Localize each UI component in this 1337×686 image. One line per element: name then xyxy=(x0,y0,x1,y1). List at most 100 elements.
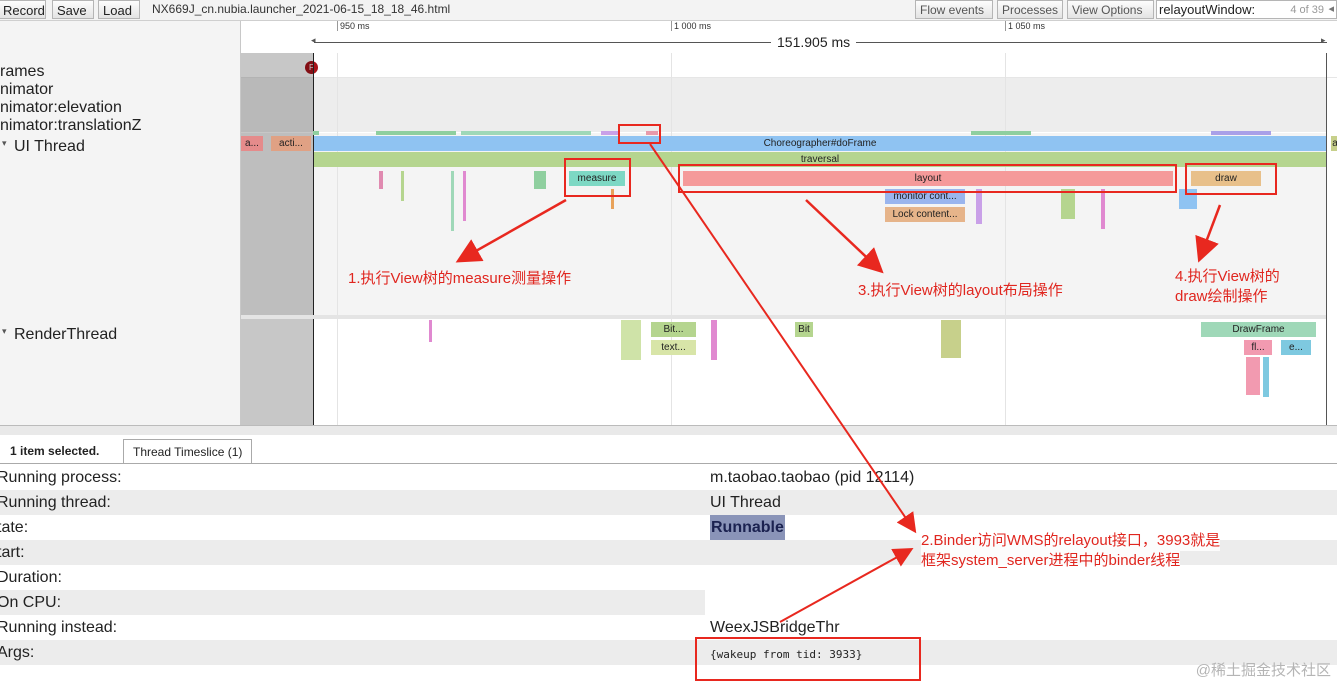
detail-key: tart: xyxy=(0,544,25,561)
view-options-button[interactable]: View Options xyxy=(1067,0,1154,19)
track-label-ui-thread[interactable]: UI Thread xyxy=(14,138,85,156)
selection-span-duration: 151.905 ms xyxy=(771,34,857,50)
ruler-tick-label: 950 ms xyxy=(340,21,370,31)
frames-track xyxy=(241,53,1337,78)
detail-key: On CPU: xyxy=(0,594,62,611)
slice-drawframe[interactable]: DrawFrame xyxy=(1201,322,1316,337)
slice[interactable] xyxy=(313,131,319,135)
flow-events-button[interactable]: Flow events xyxy=(915,0,993,19)
slice[interactable] xyxy=(376,131,456,135)
selection-right-edge xyxy=(1326,53,1327,425)
detail-key: Running instead: xyxy=(0,619,118,636)
annotation-binder-line1: 2.Binder访问WMS的relayout接口，3993就是 xyxy=(921,531,1221,551)
detail-key: Running process: xyxy=(0,469,122,486)
ruler-tick xyxy=(671,21,672,31)
slice[interactable] xyxy=(621,320,641,360)
detail-row-oncpu: On CPU: xyxy=(0,590,705,615)
record-button[interactable]: Record xyxy=(0,0,46,19)
slice[interactable] xyxy=(1246,357,1260,395)
slice-lock-contention[interactable]: Lock content... xyxy=(885,207,965,222)
tab-thread-timeslice[interactable]: Thread Timeslice (1) xyxy=(123,439,253,464)
slice[interactable] xyxy=(1101,189,1105,229)
annotation-box-measure xyxy=(564,158,631,197)
span-right-arrow-icon: ▸ xyxy=(1321,35,1326,45)
toolbar: Record Save Load NX669J_cn.nubia.launche… xyxy=(0,0,1337,21)
slice-small-a2[interactable]: a xyxy=(1331,136,1337,151)
annotation-box-draw xyxy=(1185,163,1277,195)
load-button[interactable]: Load xyxy=(98,0,140,19)
slice-small-a[interactable]: a... xyxy=(241,136,263,151)
detail-value: m.taobao.taobao (pid 12114) xyxy=(710,469,915,486)
slice-fl[interactable]: fl... xyxy=(1244,340,1272,355)
slice[interactable] xyxy=(1263,357,1269,397)
annotation-box-args xyxy=(695,637,921,681)
analysis-panel: 1 item selected. Thread Timeslice (1) Ru… xyxy=(0,435,1337,686)
detail-value: UI Thread xyxy=(710,494,781,511)
unselected-region xyxy=(241,53,314,425)
selection-left-edge xyxy=(313,53,314,425)
expand-ui-thread-icon[interactable]: ▾ xyxy=(2,138,7,149)
slice-choreographer-doframe[interactable]: Choreographer#doFrame xyxy=(314,136,1326,151)
slice-bit[interactable]: Bit... xyxy=(651,322,696,337)
annotation-measure: 1.执行View树的measure测量操作 xyxy=(348,270,572,287)
slice[interactable] xyxy=(429,320,432,342)
expand-renderthread-icon[interactable]: ▾ xyxy=(2,326,7,337)
animator-tracks-bg xyxy=(241,78,1326,132)
detail-row-process: Running process: m.taobao.taobao (pid 12… xyxy=(0,465,1337,490)
watermark: @稀土掘金技术社区 xyxy=(1195,662,1331,679)
ruler-tick xyxy=(1005,21,1006,31)
track-label-animator-elevation: nimator:elevation xyxy=(0,99,122,116)
track-label-renderthread[interactable]: RenderThread xyxy=(14,326,117,344)
search-value: relayoutWindow: xyxy=(1159,2,1256,17)
slice[interactable] xyxy=(711,320,717,360)
timeline-tracks[interactable]: F a... acti... a Choreographer#doFrame t… xyxy=(241,53,1337,425)
annotation-layout: 3.执行View树的layout布局操作 xyxy=(858,282,1063,299)
slice[interactable] xyxy=(401,171,404,201)
ruler-tick-label: 1 050 ms xyxy=(1008,21,1046,31)
track-label-animator: nimator xyxy=(0,81,54,98)
time-ruler[interactable]: 950 ms 1 000 ms 1 050 ms ◂ ▸ 151.905 ms xyxy=(241,21,1337,53)
search-input[interactable]: relayoutWindow: 4 of 39 ◂ xyxy=(1156,0,1337,19)
track-label-animator-translationz: nimator:translationZ xyxy=(0,117,142,134)
slice[interactable] xyxy=(601,131,619,135)
trace-file-title: NX669J_cn.nubia.launcher_2021-06-15_18_1… xyxy=(152,2,451,16)
detail-key: Duration: xyxy=(0,569,62,586)
ruler-tick xyxy=(337,21,338,31)
grid-line xyxy=(671,53,672,425)
detail-key: tate: xyxy=(0,519,29,536)
annotation-box-layout xyxy=(678,164,1177,193)
detail-key: Running thread: xyxy=(0,494,111,511)
track-label-frames: rames xyxy=(0,63,45,80)
slice[interactable] xyxy=(1211,131,1271,135)
detail-key: Args: xyxy=(0,644,35,661)
detail-row-thread: Running thread: UI Thread xyxy=(0,490,1337,515)
slice[interactable] xyxy=(976,189,982,224)
track-separator xyxy=(241,315,1326,319)
slice-bit[interactable]: Bit xyxy=(795,322,813,337)
ruler-tick-label: 1 000 ms xyxy=(674,21,712,31)
annotation-binder-line2: 框架system_server进程中的binder线程 xyxy=(921,551,1181,571)
track-label-panel: rames nimator nimator:elevation nimator:… xyxy=(0,21,241,425)
slice[interactable] xyxy=(1061,189,1075,219)
search-result-count: 4 of 39 xyxy=(1290,4,1324,16)
annotation-draw-line1: 4.执行View树的 xyxy=(1175,268,1280,285)
slice[interactable] xyxy=(463,171,466,221)
tab-divider xyxy=(0,463,1337,464)
slice-small-acti[interactable]: acti... xyxy=(271,136,311,151)
slice-text[interactable]: text... xyxy=(651,340,696,355)
annotation-draw-line2: draw绘制操作 xyxy=(1175,288,1268,305)
detail-row-running-instead: Running instead: WeexJSBridgeThr xyxy=(0,615,1337,640)
slice[interactable] xyxy=(971,131,1031,135)
save-button[interactable]: Save xyxy=(52,0,94,19)
slice[interactable] xyxy=(451,171,454,231)
search-next-icon[interactable]: ◂ xyxy=(1328,1,1334,18)
grid-line xyxy=(337,53,338,425)
slice[interactable] xyxy=(461,131,591,135)
processes-button[interactable]: Processes xyxy=(997,0,1063,19)
grid-line xyxy=(1005,53,1006,425)
slice[interactable] xyxy=(941,320,961,358)
selection-count: 1 item selected. xyxy=(10,444,100,458)
slice[interactable] xyxy=(379,171,383,189)
slice[interactable] xyxy=(534,171,546,189)
slice-e[interactable]: e... xyxy=(1281,340,1311,355)
